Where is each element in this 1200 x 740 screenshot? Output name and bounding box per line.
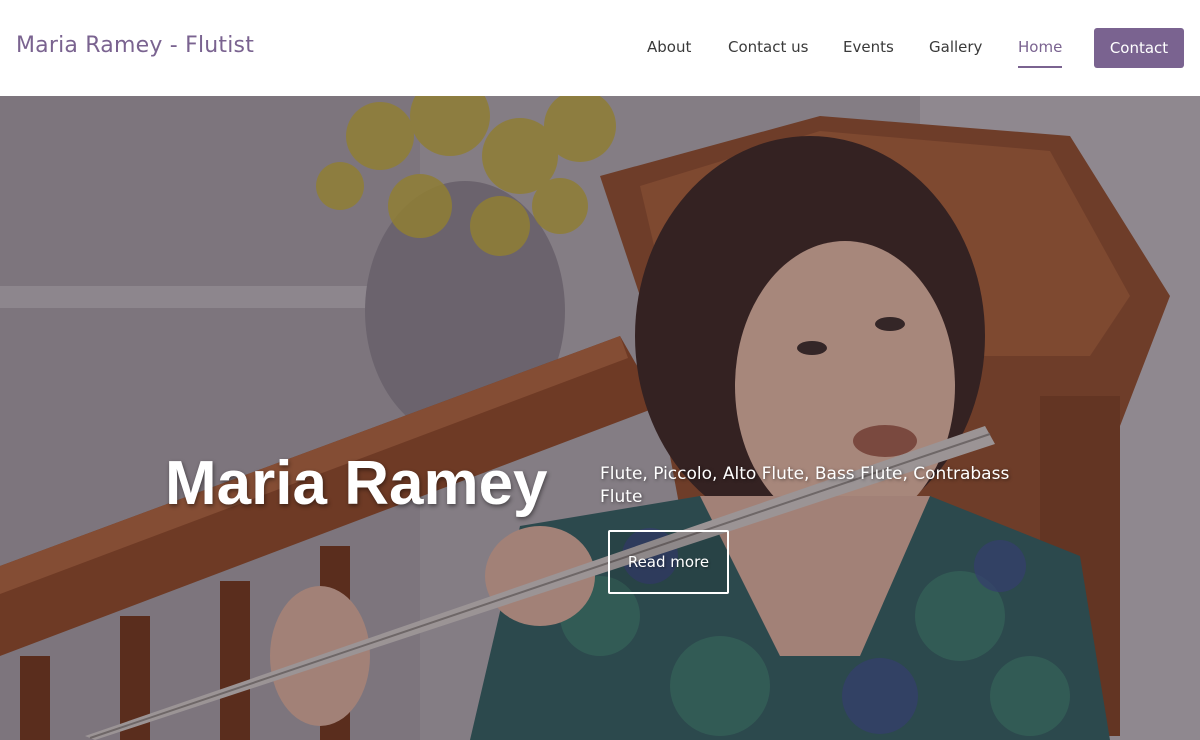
hero-subtitle: Flute, Piccolo, Alto Flute, Bass Flute, … [600,464,1010,507]
read-more-button[interactable]: Read more [608,530,729,594]
site-header: Maria Ramey - Flutist About Contact us E… [0,0,1200,96]
hero-title: Maria Ramey [165,449,548,518]
nav-item-about[interactable]: About [647,38,691,56]
nav-item-events[interactable]: Events [843,38,894,56]
nav-item-gallery[interactable]: Gallery [929,38,982,56]
main-nav: About Contact us Events Gallery Home [0,0,1200,96]
nav-item-home[interactable]: Home [1018,38,1062,56]
hero-section: Maria Ramey Flute, Piccolo, Alto Flute, … [0,96,1200,740]
nav-item-contact-us[interactable]: Contact us [728,38,808,56]
active-nav-indicator [1018,66,1062,68]
hero-dim-overlay [0,96,1200,740]
contact-button[interactable]: Contact [1094,28,1184,68]
